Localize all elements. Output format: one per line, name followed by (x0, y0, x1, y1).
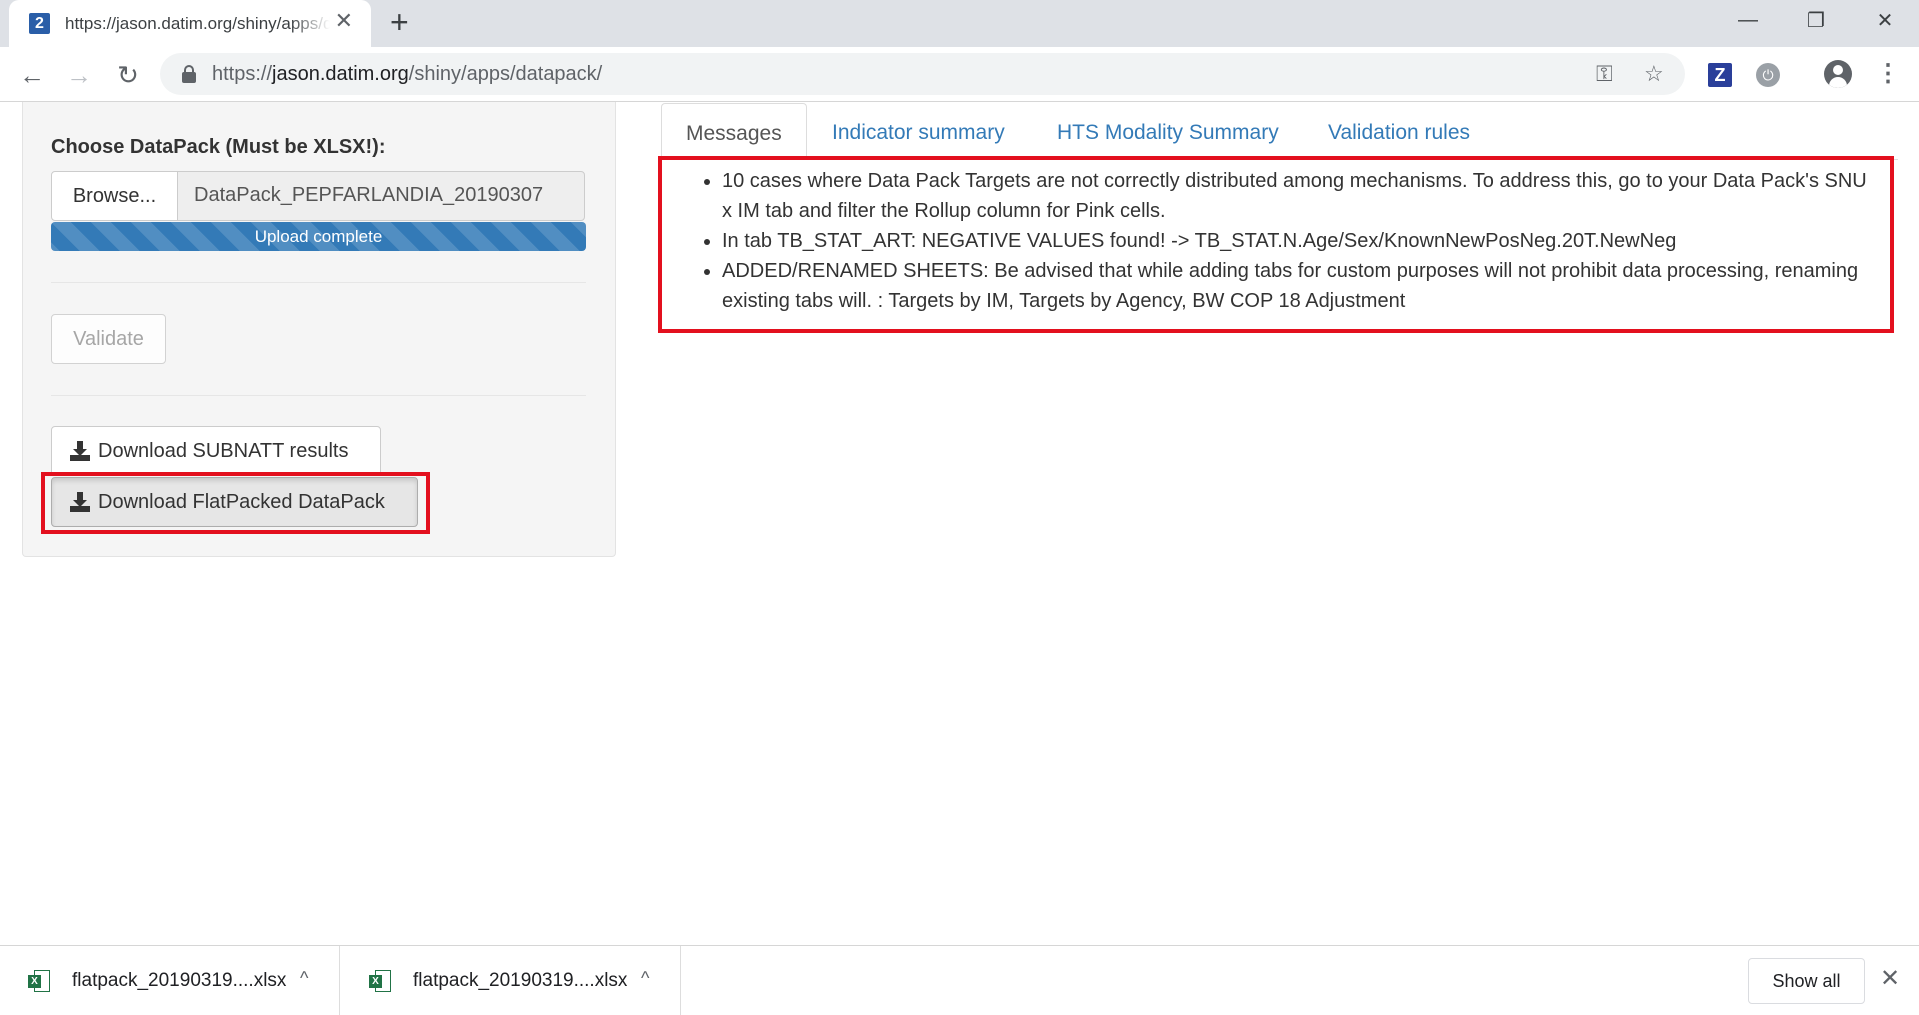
download-file-name: flatpack_20190319....xlsx (413, 970, 628, 991)
reload-icon[interactable]: ↻ (112, 59, 144, 91)
new-tab-button[interactable]: + (390, 4, 409, 41)
key-icon[interactable]: ⚿ (1596, 61, 1613, 87)
upload-status-text: Upload complete (254, 227, 383, 246)
tab-messages[interactable]: Messages (661, 103, 807, 160)
bookmark-star-icon[interactable]: ☆ (1644, 61, 1664, 87)
tab-favicon-icon: 2 (29, 13, 50, 34)
window-restore-button[interactable]: ❐ (1786, 0, 1846, 40)
lock-icon[interactable] (182, 65, 196, 83)
url-path: /shiny/apps/datapack/ (408, 63, 603, 85)
file-input-label: Choose DataPack (Must be XLSX!): (51, 136, 386, 158)
download-item[interactable]: X flatpack_20190319....xlsx ^ (0, 946, 340, 1015)
url-text[interactable]: https://jason.datim.org/shiny/apps/datap… (212, 63, 602, 86)
chevron-up-icon[interactable]: ^ (300, 968, 308, 989)
browser-toolbar: ← → ↻ https://jason.datim.org/shiny/apps… (0, 47, 1919, 102)
chevron-up-icon[interactable]: ^ (641, 968, 649, 989)
address-bar[interactable]: https://jason.datim.org/shiny/apps/datap… (160, 53, 1685, 95)
back-arrow-icon[interactable]: ← (16, 59, 48, 91)
tab-indicator-summary[interactable]: Indicator summary (808, 103, 1029, 160)
window-close-button[interactable]: ✕ (1855, 0, 1915, 40)
tab-title: https://jason.datim.org/shiny/apps/datap… (65, 13, 330, 33)
upload-progress-bar: Upload complete (51, 222, 586, 251)
url-scheme: https:// (212, 63, 273, 85)
browser-tab-strip: 2 https://jason.datim.org/shiny/apps/dat… (0, 0, 1919, 47)
zotero-extension-icon[interactable]: Z (1708, 63, 1732, 87)
tab-close-icon[interactable]: ✕ (335, 8, 353, 34)
browse-button[interactable]: Browse... (51, 171, 178, 221)
download-subnatt-label: Download SUBNATT results (98, 439, 349, 462)
forward-arrow-icon[interactable]: → (63, 59, 95, 91)
profile-avatar-icon[interactable] (1824, 60, 1852, 88)
tab-hts-modality-summary[interactable]: HTS Modality Summary (1033, 103, 1303, 160)
download-file-name: flatpack_20190319....xlsx (72, 970, 287, 991)
download-item[interactable]: X flatpack_20190319....xlsx ^ (341, 946, 681, 1015)
excel-file-icon: X (28, 970, 50, 994)
browser-tab[interactable]: 2 https://jason.datim.org/shiny/apps/dat… (9, 0, 371, 47)
url-host: jason.datim.org (272, 63, 409, 85)
window-minimize-button[interactable]: — (1718, 0, 1778, 40)
power-extension-icon[interactable]: ⏻ (1756, 63, 1780, 87)
tab-validation-rules[interactable]: Validation rules (1304, 103, 1494, 160)
download-shelf: X flatpack_20190319....xlsx ^ X flatpack… (0, 945, 1919, 1015)
excel-file-icon: X (369, 970, 391, 994)
divider (51, 395, 586, 396)
messages-highlight-box (658, 156, 1894, 333)
browser-menu-icon[interactable]: ⋮ (1876, 59, 1900, 88)
file-name-field[interactable]: DataPack_PEPFARLANDIA_20190307 (177, 171, 585, 221)
validate-button[interactable]: Validate (51, 314, 166, 364)
download-subnatt-button[interactable]: Download SUBNATT results (51, 426, 381, 476)
flatpack-highlight-box (41, 472, 430, 534)
close-icon[interactable]: ✕ (1880, 964, 1900, 993)
show-all-button[interactable]: Show all (1748, 958, 1865, 1004)
download-icon (70, 441, 90, 461)
divider (51, 282, 586, 283)
